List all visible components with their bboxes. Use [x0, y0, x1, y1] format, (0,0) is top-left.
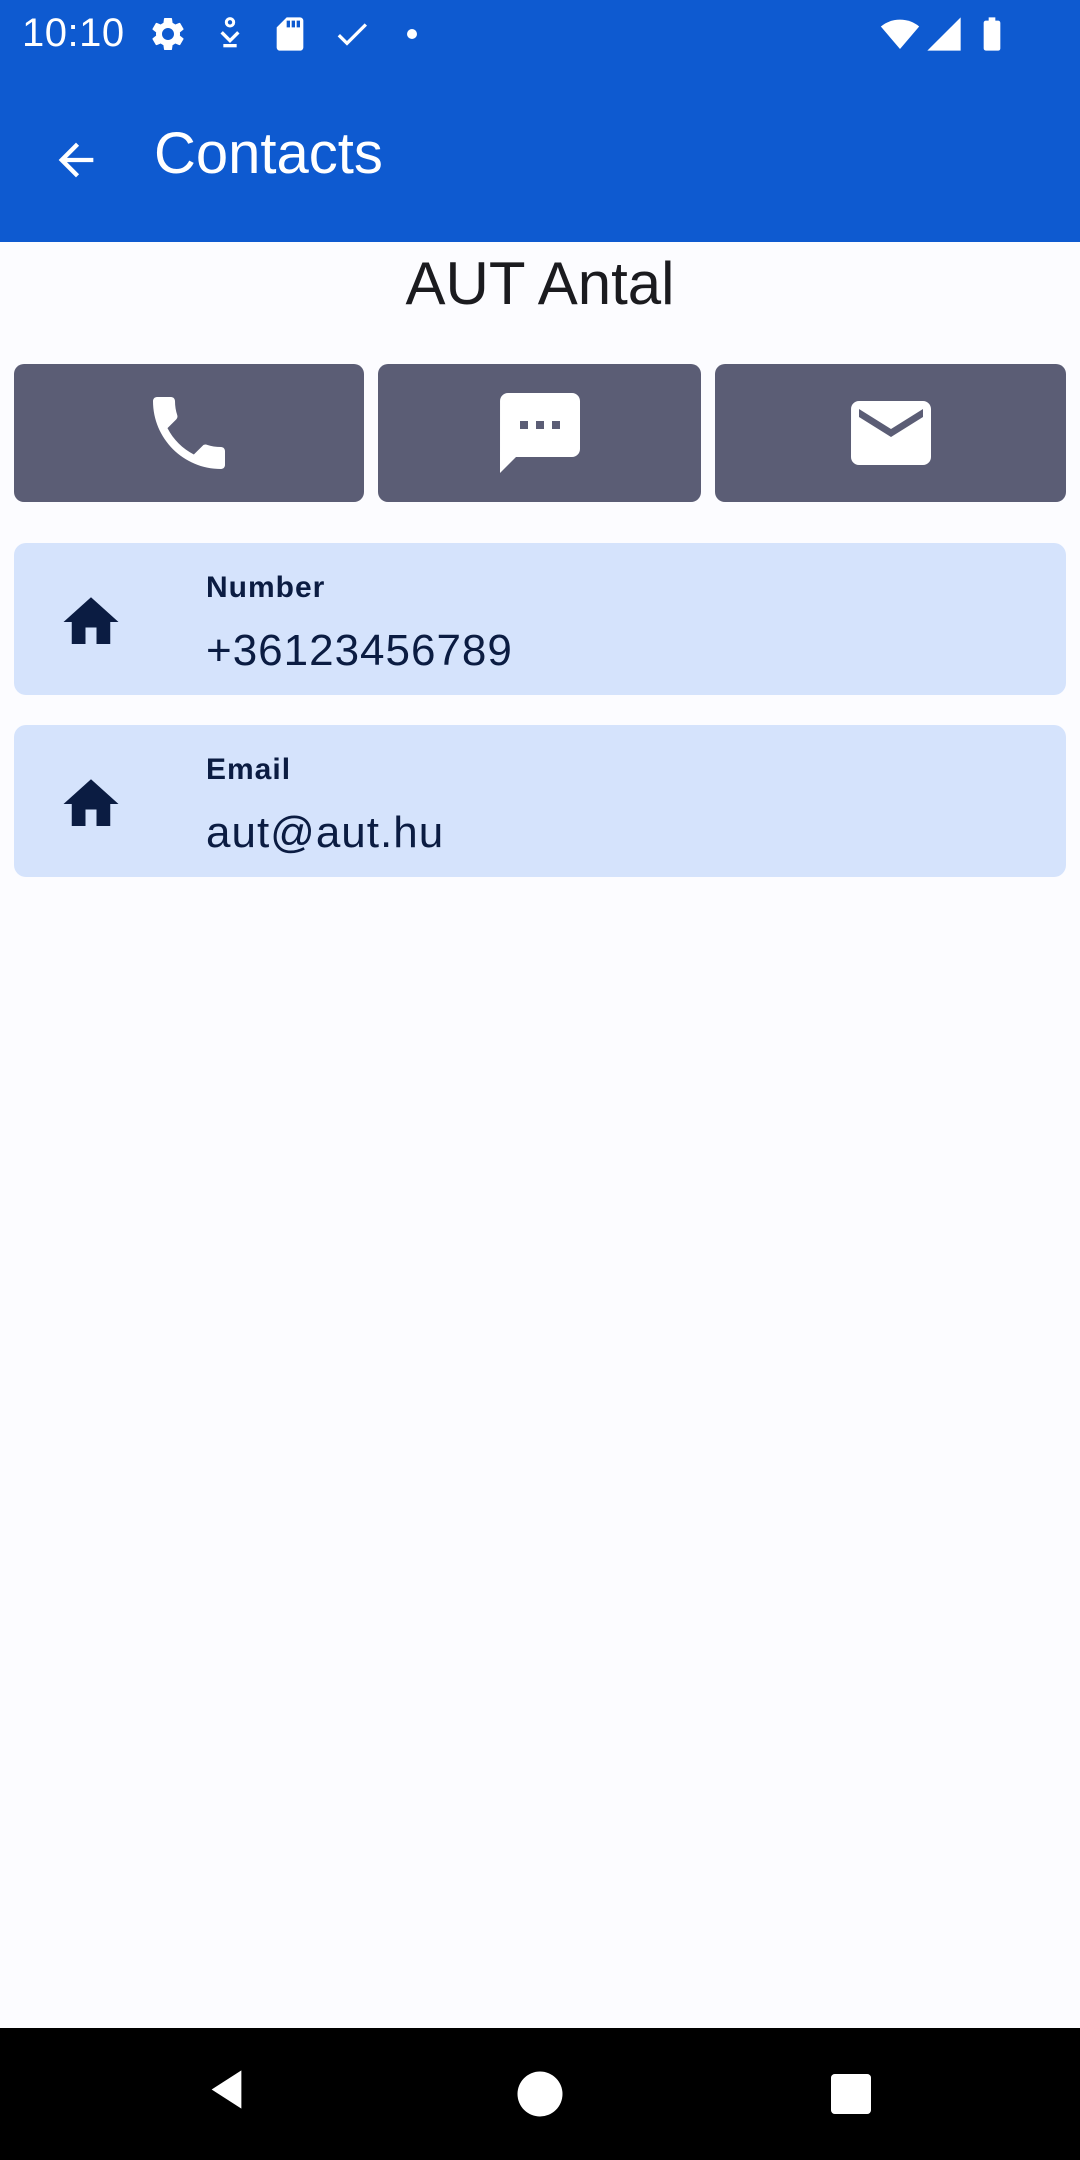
call-button[interactable] [14, 364, 364, 502]
message-icon [499, 393, 580, 473]
status-bar: 10:10 [0, 0, 1080, 66]
signal-icon [924, 14, 964, 54]
check-icon [332, 14, 372, 54]
app-bar: Contacts [0, 66, 1080, 242]
battery-icon [972, 14, 1012, 54]
message-button[interactable] [378, 364, 701, 502]
home-circle-icon [517, 2071, 563, 2117]
home-icon [58, 771, 124, 837]
recents-icon [831, 2074, 871, 2114]
email-value: aut@aut.hu [206, 808, 445, 857]
page-title: Contacts [154, 121, 383, 186]
email-button[interactable] [715, 364, 1066, 502]
phone-icon [153, 397, 225, 469]
wifi-icon [880, 14, 920, 54]
navigation-bar [0, 2028, 1080, 2160]
home-icon [58, 589, 124, 655]
settings-icon [148, 14, 188, 54]
nav-recents-button[interactable] [811, 2054, 891, 2134]
mail-icon [850, 401, 931, 465]
number-label: Number [206, 571, 326, 604]
back-icon [211, 2070, 242, 2109]
sd-card-icon [270, 14, 310, 54]
dot-icon [392, 14, 432, 54]
nav-back-button[interactable] [186, 2054, 266, 2134]
arrow-back-icon [58, 142, 94, 178]
status-time: 10:10 [22, 11, 125, 55]
contact-detail-screen: 10:10 Contacts AUT Antal Number +3612345… [0, 0, 1080, 2160]
accessibility-icon [210, 14, 250, 54]
email-label: Email [206, 753, 292, 786]
number-card[interactable]: Number +36123456789 [14, 543, 1066, 695]
number-value: +36123456789 [206, 626, 513, 675]
nav-home-button[interactable] [500, 2054, 580, 2134]
back-button[interactable] [36, 120, 116, 200]
contact-name: AUT Antal [405, 250, 675, 317]
email-card[interactable]: Email aut@aut.hu [14, 725, 1066, 877]
